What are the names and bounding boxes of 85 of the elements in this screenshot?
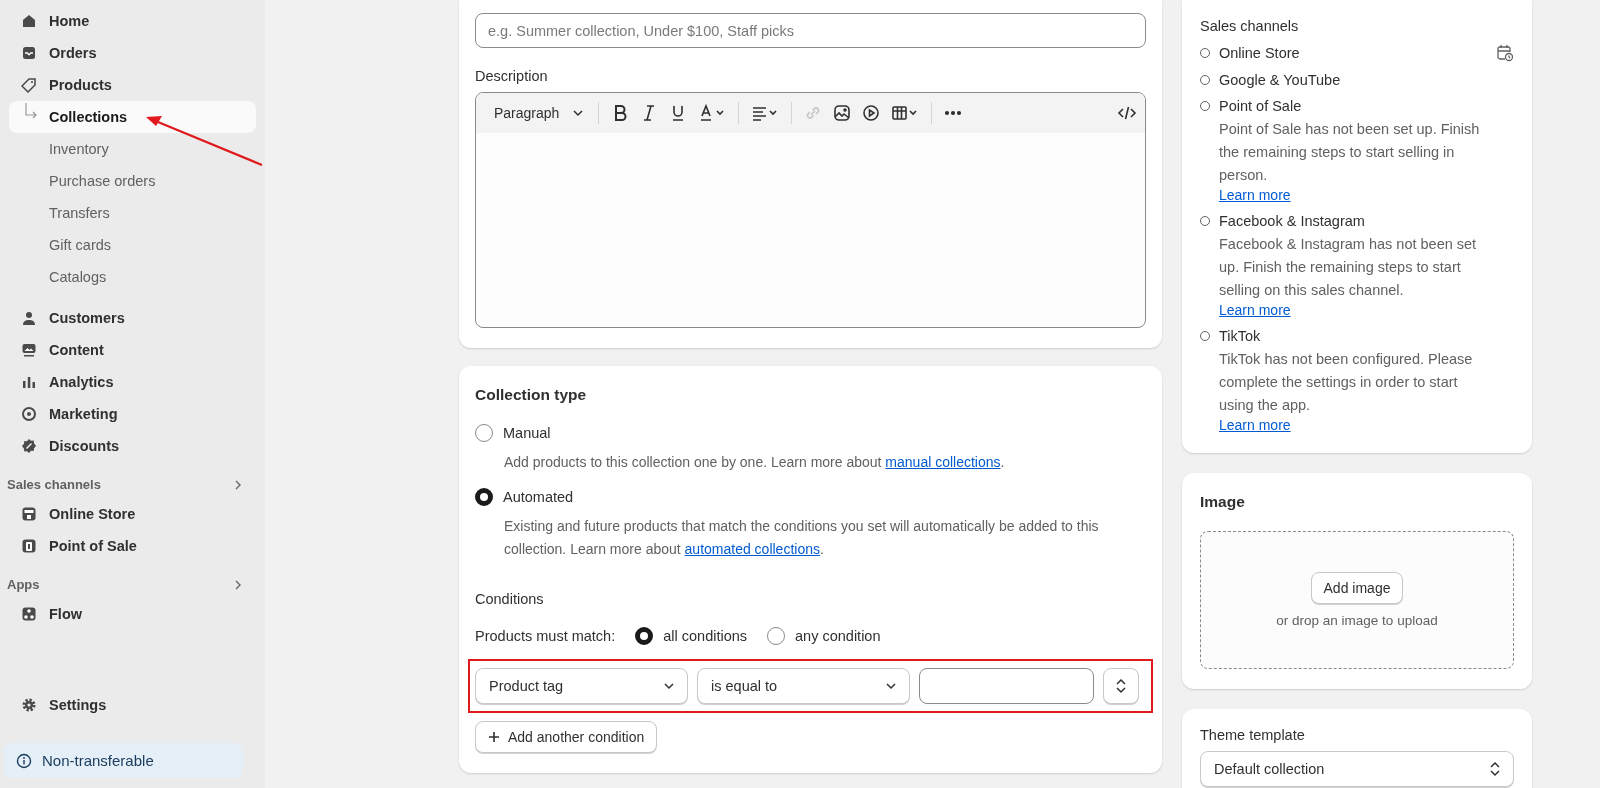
plan-badge[interactable]: Non-transferable: [4, 743, 243, 778]
channel-name: Google & YouTube: [1219, 72, 1342, 88]
learn-more-link[interactable]: Learn more: [1219, 187, 1291, 203]
radio-button[interactable]: [475, 488, 493, 506]
help-link[interactable]: manual collections: [885, 454, 1001, 470]
calendar-clock-icon[interactable]: [1496, 44, 1514, 62]
help-link[interactable]: automated collections: [684, 541, 820, 557]
section-heading: Sales channels: [1200, 18, 1300, 34]
discount-icon: [21, 438, 37, 454]
nav-subitem[interactable]: Collections: [9, 101, 256, 133]
nav-subitem[interactable]: Gift cards: [0, 229, 256, 261]
channel-name: TikTok: [1219, 328, 1262, 344]
up-down-icon: [1116, 678, 1126, 694]
nav-item[interactable]: Point of Sale: [0, 530, 256, 562]
bar-chart-icon: [21, 374, 37, 390]
store-icon: [21, 506, 37, 522]
radio-label: any condition: [795, 628, 881, 644]
channel-note: Facebook & Instagram has not been set up. Finish the remaining steps to start selling on this sales channel.: [1219, 235, 1478, 300]
radio-label: Manual: [503, 425, 551, 441]
nav-subitem[interactable]: Purchase orders: [0, 165, 256, 197]
up-down-icon: [1490, 761, 1500, 777]
channel-name: Facebook & Instagram: [1219, 213, 1366, 229]
option-description: Existing and future products that match the conditions you set will automatically be added to this collection. Learn more about automated collections.: [504, 517, 1100, 559]
bag-icon: [21, 538, 37, 554]
radio-button[interactable]: [635, 627, 654, 645]
template-select[interactable]: Default collection: [1200, 751, 1514, 787]
section-heading: Sales channels: [7, 477, 101, 492]
flow-icon: [21, 606, 37, 622]
radio-label: all conditions: [663, 628, 748, 644]
chevron-down-icon: [664, 681, 674, 691]
channel-name: Point of Sale: [1219, 98, 1303, 114]
channel-note: TikTok has not been configured. Please complete the settings in order to start using the app.: [1219, 350, 1474, 415]
dropzone-hint: or drop an image to upload: [1276, 613, 1438, 628]
add-condition-button[interactable]: Add another condition: [475, 721, 658, 753]
match-label: Products must match:: [475, 628, 616, 644]
chevron-down-icon: [886, 681, 896, 691]
stepper-button[interactable]: [1103, 668, 1139, 704]
field-select[interactable]: Product tag: [475, 668, 688, 704]
target-icon: [21, 406, 37, 422]
section-heading: Image: [1200, 493, 1246, 511]
person-icon: [21, 310, 37, 326]
nav-item[interactable]: Marketing: [0, 398, 256, 430]
settings-icon: [21, 697, 37, 713]
title-field[interactable]: e.g. Summer collection, Under $100, Staff picks: [475, 13, 1146, 48]
learn-more-link[interactable]: Learn more: [1219, 302, 1291, 318]
image-tool-icon[interactable]: [832, 103, 853, 123]
image-dropzone[interactable]: Add image or drop an image to upload: [1200, 531, 1514, 669]
chevron-right-icon[interactable]: [233, 479, 243, 490]
nav-item[interactable]: Analytics: [0, 366, 256, 398]
nav-subitem[interactable]: Inventory: [0, 133, 256, 165]
nav-item[interactable]: Content: [0, 334, 256, 366]
value-field[interactable]: [919, 668, 1094, 704]
nav-subitem[interactable]: Transfers: [0, 197, 256, 229]
chevron-right-icon[interactable]: [233, 579, 243, 590]
chevron-down-icon: [573, 108, 584, 118]
operator-select[interactable]: is equal to: [697, 668, 910, 704]
description-editor[interactable]: Paragraph: [475, 92, 1146, 328]
plus-icon: [488, 731, 500, 743]
channel-name: Online Store: [1219, 45, 1301, 61]
field-label: Theme template: [1200, 727, 1306, 743]
nav-item[interactable]: Discounts: [0, 430, 256, 462]
nav-item[interactable]: Online Store: [0, 498, 256, 530]
content-icon: [21, 342, 37, 358]
nav-subitem[interactable]: Catalogs: [0, 261, 256, 293]
nav-item[interactable]: Products: [0, 69, 256, 101]
nav-item[interactable]: Home: [0, 5, 256, 37]
paragraph-style-select[interactable]: Paragraph: [490, 105, 588, 121]
section-heading: Apps: [7, 577, 40, 592]
section-heading: Collection type: [475, 386, 588, 404]
nav-item[interactable]: Orders: [0, 37, 256, 69]
info-icon: [16, 752, 32, 769]
home-icon: [21, 13, 37, 29]
radio-label: Automated: [503, 489, 574, 505]
section-heading: Conditions: [475, 591, 545, 607]
learn-more-link[interactable]: Learn more: [1219, 417, 1291, 433]
option-description: Add products to this collection one by one. Learn more about manual collections.: [504, 453, 1006, 472]
tag-icon: [21, 77, 37, 93]
channel-note: Point of Sale has not been set up. Finish the remaining steps to start selling in person.: [1219, 120, 1481, 185]
orders-icon: [21, 45, 37, 61]
field-label: Description: [475, 68, 549, 84]
video-tool-icon[interactable]: [861, 103, 882, 123]
settings-item[interactable]: Settings: [0, 689, 256, 721]
nav-item[interactable]: Flow: [0, 598, 256, 630]
nav-item[interactable]: Customers: [0, 302, 256, 334]
add-image-button[interactable]: Add image: [1310, 572, 1404, 604]
